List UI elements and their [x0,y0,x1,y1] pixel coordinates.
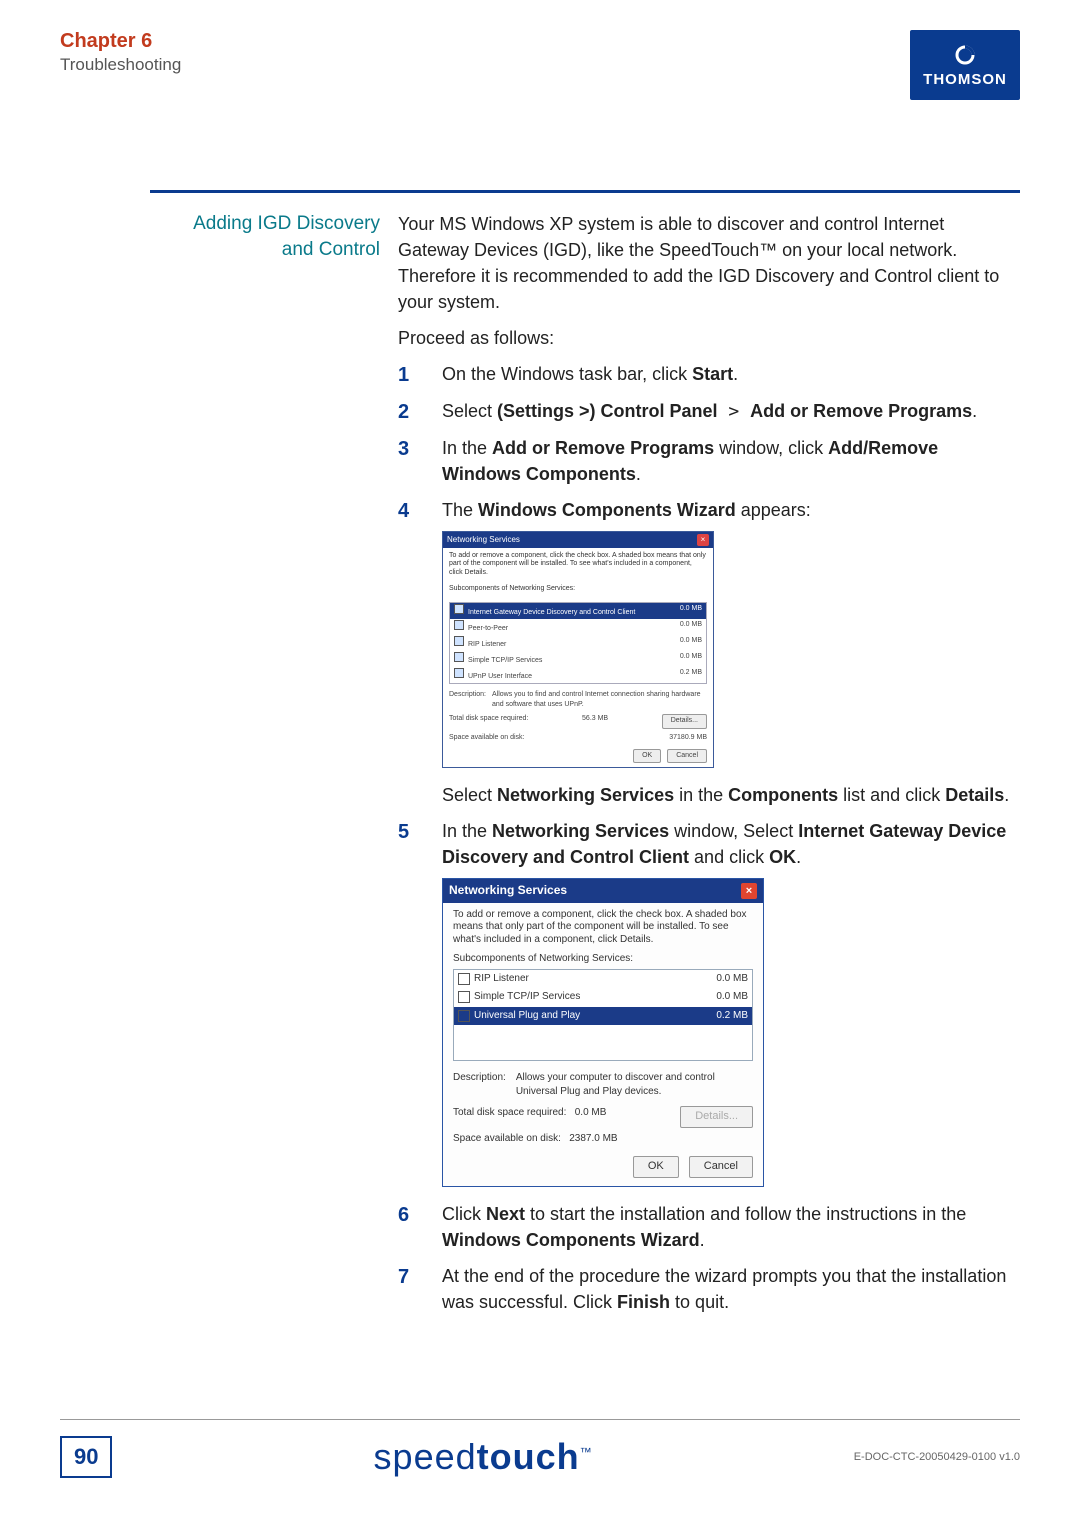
step-text: On the Windows task bar, click Start. [442,364,738,384]
dialog-titlebar: Networking Services × [443,532,713,548]
checkbox-icon[interactable] [454,636,464,646]
checkbox-icon[interactable] [454,620,464,630]
list-item[interactable]: Simple TCP/IP Services 0.0 MB [454,988,752,1007]
checkbox-icon[interactable] [458,1010,470,1022]
list-item[interactable]: Internet Gateway Device Discovery and Co… [450,603,706,619]
checkbox-icon[interactable] [458,991,470,1003]
list-item-selected[interactable]: Universal Plug and Play 0.2 MB [454,1007,752,1026]
page: Chapter 6 Troubleshooting THOMSON Adding… [0,0,1080,1528]
close-icon[interactable]: × [697,534,709,546]
step-number: 7 [398,1263,409,1292]
step-number: 1 [398,361,409,390]
space-available-row: Space available on disk:37180.9 MB [443,731,713,745]
step-2: 2 Select (Settings >) Control Panel > Ad… [398,398,1020,425]
checkbox-icon[interactable] [454,604,464,614]
step-7: 7 At the end of the procedure the wizard… [398,1263,1020,1315]
chapter-subtitle: Troubleshooting [60,55,181,75]
list-item[interactable]: Peer-to-Peer0.0 MB [450,619,706,635]
dialog-subcomponents-label: Subcomponents of Networking Services: [443,952,763,967]
step-text: The Windows Components Wizard appears: [442,500,811,520]
step-text: Select (Settings >) Control Panel > Add … [442,401,977,421]
step-text-after: Select Networking Services in the Compon… [442,785,1009,805]
proceed-label: Proceed as follows: [398,325,1020,351]
step-number: 3 [398,435,409,464]
details-button[interactable]: Details... [680,1106,753,1128]
section-heading-line2: and Control [282,239,380,260]
dialog-buttons: OK Cancel [443,1150,763,1186]
section-heading: Adding IGD Discovery and Control [150,211,380,1325]
cancel-button[interactable]: Cancel [667,749,707,763]
space-available-row: Space available on disk: 2387.0 MB [443,1132,763,1151]
space-required-row: Total disk space required: 0.0 MB Detail… [443,1106,763,1132]
ok-button[interactable]: OK [633,749,661,763]
step-text: In the Networking Services window, Selec… [442,821,1006,867]
details-button[interactable]: Details... [662,714,707,728]
step-number: 4 [398,497,409,526]
list-item[interactable]: Simple TCP/IP Services0.0 MB [450,651,706,667]
page-header: Chapter 6 Troubleshooting THOMSON [60,30,1020,100]
cancel-button[interactable]: Cancel [689,1156,753,1178]
ok-button[interactable]: OK [633,1156,679,1178]
page-number: 90 [60,1436,112,1478]
step-number: 2 [398,398,409,427]
content-area: Adding IGD Discovery and Control Your MS… [150,190,1020,1325]
thomson-logo-text: THOMSON [923,71,1007,88]
step-number: 6 [398,1201,409,1230]
dialog-description: To add or remove a component, click the … [443,548,713,581]
checkbox-icon[interactable] [454,668,464,678]
intro-paragraph: Your MS Windows XP system is able to dis… [398,211,1020,315]
step-3: 3 In the Add or Remove Programs window, … [398,435,1020,487]
thomson-logo: THOMSON [910,30,1020,100]
step-number: 5 [398,818,409,847]
thomson-swirl-icon [953,43,977,67]
dialog-titlebar: Networking Services × [443,879,763,902]
step-5: 5 In the Networking Services window, Sel… [398,818,1020,1187]
steps-list: 1 On the Windows task bar, click Start. … [398,361,1020,1315]
checkbox-icon[interactable] [458,973,470,985]
list-item[interactable]: RIP Listener 0.0 MB [454,970,752,989]
component-list[interactable]: RIP Listener 0.0 MB Simple TCP/IP Servic… [453,969,753,1061]
page-footer: 90 speedtouch™ E-DOC-CTC-20050429-0100 v… [60,1419,1020,1478]
step-text: Click Next to start the installation and… [442,1204,966,1250]
speedtouch-logo: speedtouch™ [374,1436,593,1478]
step-text: At the end of the procedure the wizard p… [442,1266,1006,1312]
component-list[interactable]: Internet Gateway Device Discovery and Co… [449,602,707,685]
description-row: Description: Allows your computer to dis… [443,1067,763,1106]
dialog-networking-services-small: Networking Services × To add or remove a… [442,531,714,768]
chapter-number: Chapter 6 [60,30,181,53]
section-body: Your MS Windows XP system is able to dis… [398,211,1020,1325]
dialog-buttons: OK Cancel [443,745,713,767]
dialog-title: Networking Services [449,882,567,899]
close-icon[interactable]: × [741,883,757,899]
dialog-subcomponents-label: Subcomponents of Networking Services: [443,581,713,597]
networking-services-dialog-screenshot: Networking Services × To add or remove a… [442,878,1020,1187]
step-text: In the Add or Remove Programs window, cl… [442,438,938,484]
description-row: Description: Allows you to find and cont… [443,688,713,712]
space-required-row: Total disk space required:56.3 MB Detail… [443,712,713,730]
step-6: 6 Click Next to start the installation a… [398,1201,1020,1253]
checkbox-icon[interactable] [454,652,464,662]
windows-components-wizard-screenshot: Networking Services × To add or remove a… [442,531,1020,768]
step-1: 1 On the Windows task bar, click Start. [398,361,1020,387]
dialog-description: To add or remove a component, click the … [443,903,763,953]
section-heading-line1: Adding IGD Discovery [193,213,380,234]
document-number: E-DOC-CTC-20050429-0100 v1.0 [854,1451,1020,1463]
step-4: 4 The Windows Components Wizard appears:… [398,497,1020,808]
list-item[interactable]: RIP Listener0.0 MB [450,635,706,651]
dialog-networking-services: Networking Services × To add or remove a… [442,878,764,1187]
list-item[interactable]: UPnP User Interface0.2 MB [450,667,706,683]
chapter-block: Chapter 6 Troubleshooting [60,30,181,75]
dialog-title: Networking Services [447,534,520,546]
